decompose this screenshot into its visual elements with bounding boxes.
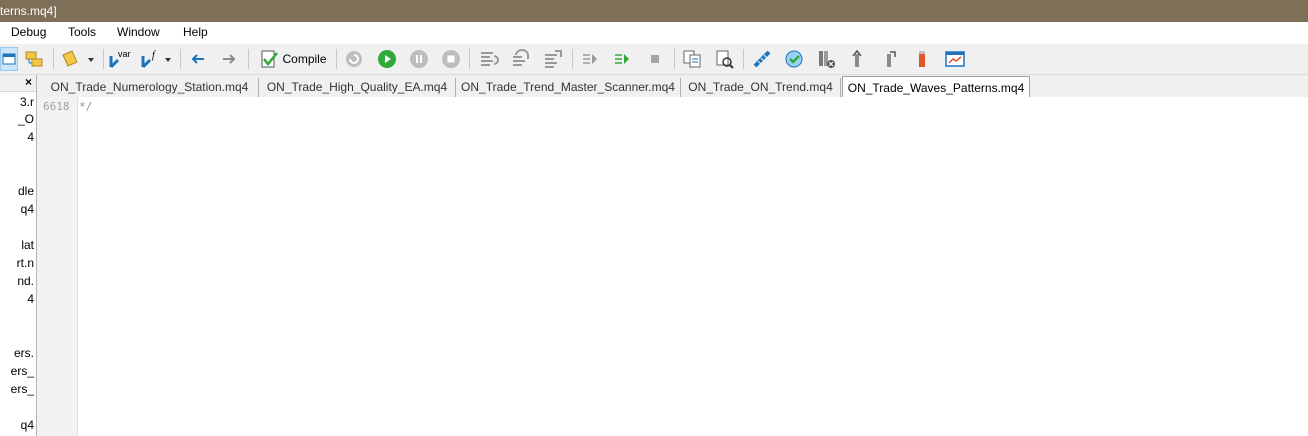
insert-function-button[interactable]: f: [140, 47, 174, 71]
navigator-item[interactable]: 3.r: [20, 95, 34, 109]
debug-restart-button[interactable]: [342, 47, 366, 71]
navigator-item[interactable]: _O: [18, 112, 34, 126]
menu-tools[interactable]: Tools: [68, 25, 96, 39]
navigator-panel: × 3.r _O 4 dle q4 lat rt.n nd. 4 ers. er…: [0, 75, 37, 436]
restart-icon: [346, 51, 362, 67]
forward-button[interactable]: [217, 47, 241, 71]
navigator-item[interactable]: dle: [18, 184, 34, 198]
insert-var-icon: var: [109, 49, 131, 69]
navigator-item[interactable]: ers_: [11, 364, 34, 378]
code-editor[interactable]: 6618 */: [37, 97, 1308, 436]
window-title: terns.mq4]: [0, 4, 57, 18]
profiling-button[interactable]: [578, 47, 602, 71]
tab-high-quality-ea[interactable]: ON_Trade_High_Quality_EA.mq4: [259, 78, 456, 97]
navigator-toggle-button[interactable]: [0, 47, 18, 71]
comb-icon: [753, 50, 771, 68]
insert-variable-button[interactable]: var: [108, 47, 132, 71]
editor-tab-bar: ON_Trade_Numerology_Station.mq4 ON_Trade…: [37, 75, 1308, 98]
code-line[interactable]: */: [79, 100, 92, 113]
copy-file-button[interactable]: [680, 47, 704, 71]
compile-check-icon: [261, 50, 279, 68]
pause-button[interactable]: [407, 47, 431, 71]
profile-real-data-button[interactable]: [610, 47, 634, 71]
tab-waves-patterns[interactable]: ON_Trade_Waves_Patterns.mq4: [842, 76, 1030, 98]
bookmark-button[interactable]: [910, 47, 934, 71]
storage-up-icon: [852, 49, 862, 67]
navigator-item[interactable]: 4: [27, 130, 34, 144]
menu-window[interactable]: Window: [117, 25, 160, 39]
remove-storage-button[interactable]: [814, 47, 840, 71]
stop-button[interactable]: [439, 47, 463, 71]
tab-trend-master-scanner[interactable]: ON_Trade_Trend_Master_Scanner.mq4: [456, 78, 681, 97]
tab-label: ON_Trade_Trend_Master_Scanner.mq4: [461, 80, 675, 94]
compare-file-button[interactable]: [712, 47, 736, 71]
navigator-item[interactable]: q4: [21, 418, 34, 432]
navigator-item[interactable]: rt.n: [17, 256, 34, 270]
navigator-header: ×: [0, 75, 36, 92]
stop-profiling-button[interactable]: [643, 47, 667, 71]
storage-arrow-icon: [887, 51, 896, 67]
close-panel-icon[interactable]: ×: [25, 75, 32, 89]
profile-arrow-icon: [583, 54, 597, 64]
step-out-icon: [545, 50, 562, 68]
step-over-icon: [513, 49, 529, 66]
menu-help[interactable]: Help: [183, 25, 208, 39]
storage-download-button[interactable]: [878, 47, 902, 71]
terminal-chart-icon: [945, 51, 965, 67]
tab-on-trend[interactable]: ON_Trade_ON_Trend.mq4: [681, 78, 841, 97]
navigator-icon: [2, 53, 16, 65]
compile-label: Compile: [282, 52, 327, 66]
navigator-item[interactable]: 4: [27, 292, 34, 306]
play-icon: [378, 50, 396, 68]
shield-check-icon: [785, 50, 803, 68]
navigator-item[interactable]: q4: [21, 202, 34, 216]
var-label: var: [118, 49, 131, 59]
toolbar: var f Compile: [0, 44, 1308, 75]
market-button[interactable]: [750, 47, 776, 71]
styler-icon: [62, 50, 94, 67]
arrow-left-icon: [191, 54, 204, 64]
copy-docs-icon: [683, 50, 701, 68]
stop-icon: [442, 50, 460, 68]
step-into-button[interactable]: [476, 47, 502, 71]
terminal-button[interactable]: [942, 47, 968, 71]
verify-button[interactable]: [782, 47, 808, 71]
folders-icon: [25, 51, 43, 67]
storage-remove-icon: [819, 51, 835, 68]
insert-function-icon: f: [141, 50, 171, 69]
tab-label: ON_Trade_Waves_Patterns.mq4: [847, 81, 1025, 95]
f-label: f: [152, 50, 156, 61]
back-button[interactable]: [186, 47, 210, 71]
arrow-right-icon: [223, 54, 236, 64]
title-bar: terns.mq4]: [0, 0, 1308, 22]
tab-numerology-station[interactable]: ON_Trade_Numerology_Station.mq4: [41, 78, 259, 97]
profile-green-icon: [615, 54, 629, 64]
styler-button[interactable]: [59, 47, 97, 71]
tab-label: ON_Trade_Numerology_Station.mq4: [50, 80, 249, 94]
stop-square-icon: [651, 55, 659, 63]
document-search-icon: [716, 50, 734, 69]
step-out-button[interactable]: [540, 47, 566, 71]
step-over-button[interactable]: [508, 47, 534, 71]
storage-up-button[interactable]: [846, 47, 870, 71]
toolbox-toggle-button[interactable]: [22, 47, 46, 71]
menu-debug[interactable]: Debug: [11, 25, 46, 39]
start-debug-button[interactable]: [375, 47, 399, 71]
compile-button[interactable]: Compile: [255, 47, 331, 71]
navigator-item[interactable]: ers_: [11, 382, 34, 396]
tab-label: ON_Trade_High_Quality_EA.mq4: [266, 80, 448, 94]
line-number: 6618: [43, 100, 70, 113]
pause-icon: [410, 50, 428, 68]
navigator-item[interactable]: lat: [21, 238, 34, 252]
navigator-item[interactable]: nd.: [17, 274, 34, 288]
step-into-icon: [481, 52, 499, 66]
navigator-item[interactable]: ers.: [14, 346, 34, 360]
bookmark-icon: [919, 51, 925, 67]
line-number-gutter: 6618: [37, 97, 78, 436]
tab-label: ON_Trade_ON_Trend.mq4: [688, 80, 833, 94]
menu-bar: Debug Tools Window Help: [0, 22, 1308, 44]
